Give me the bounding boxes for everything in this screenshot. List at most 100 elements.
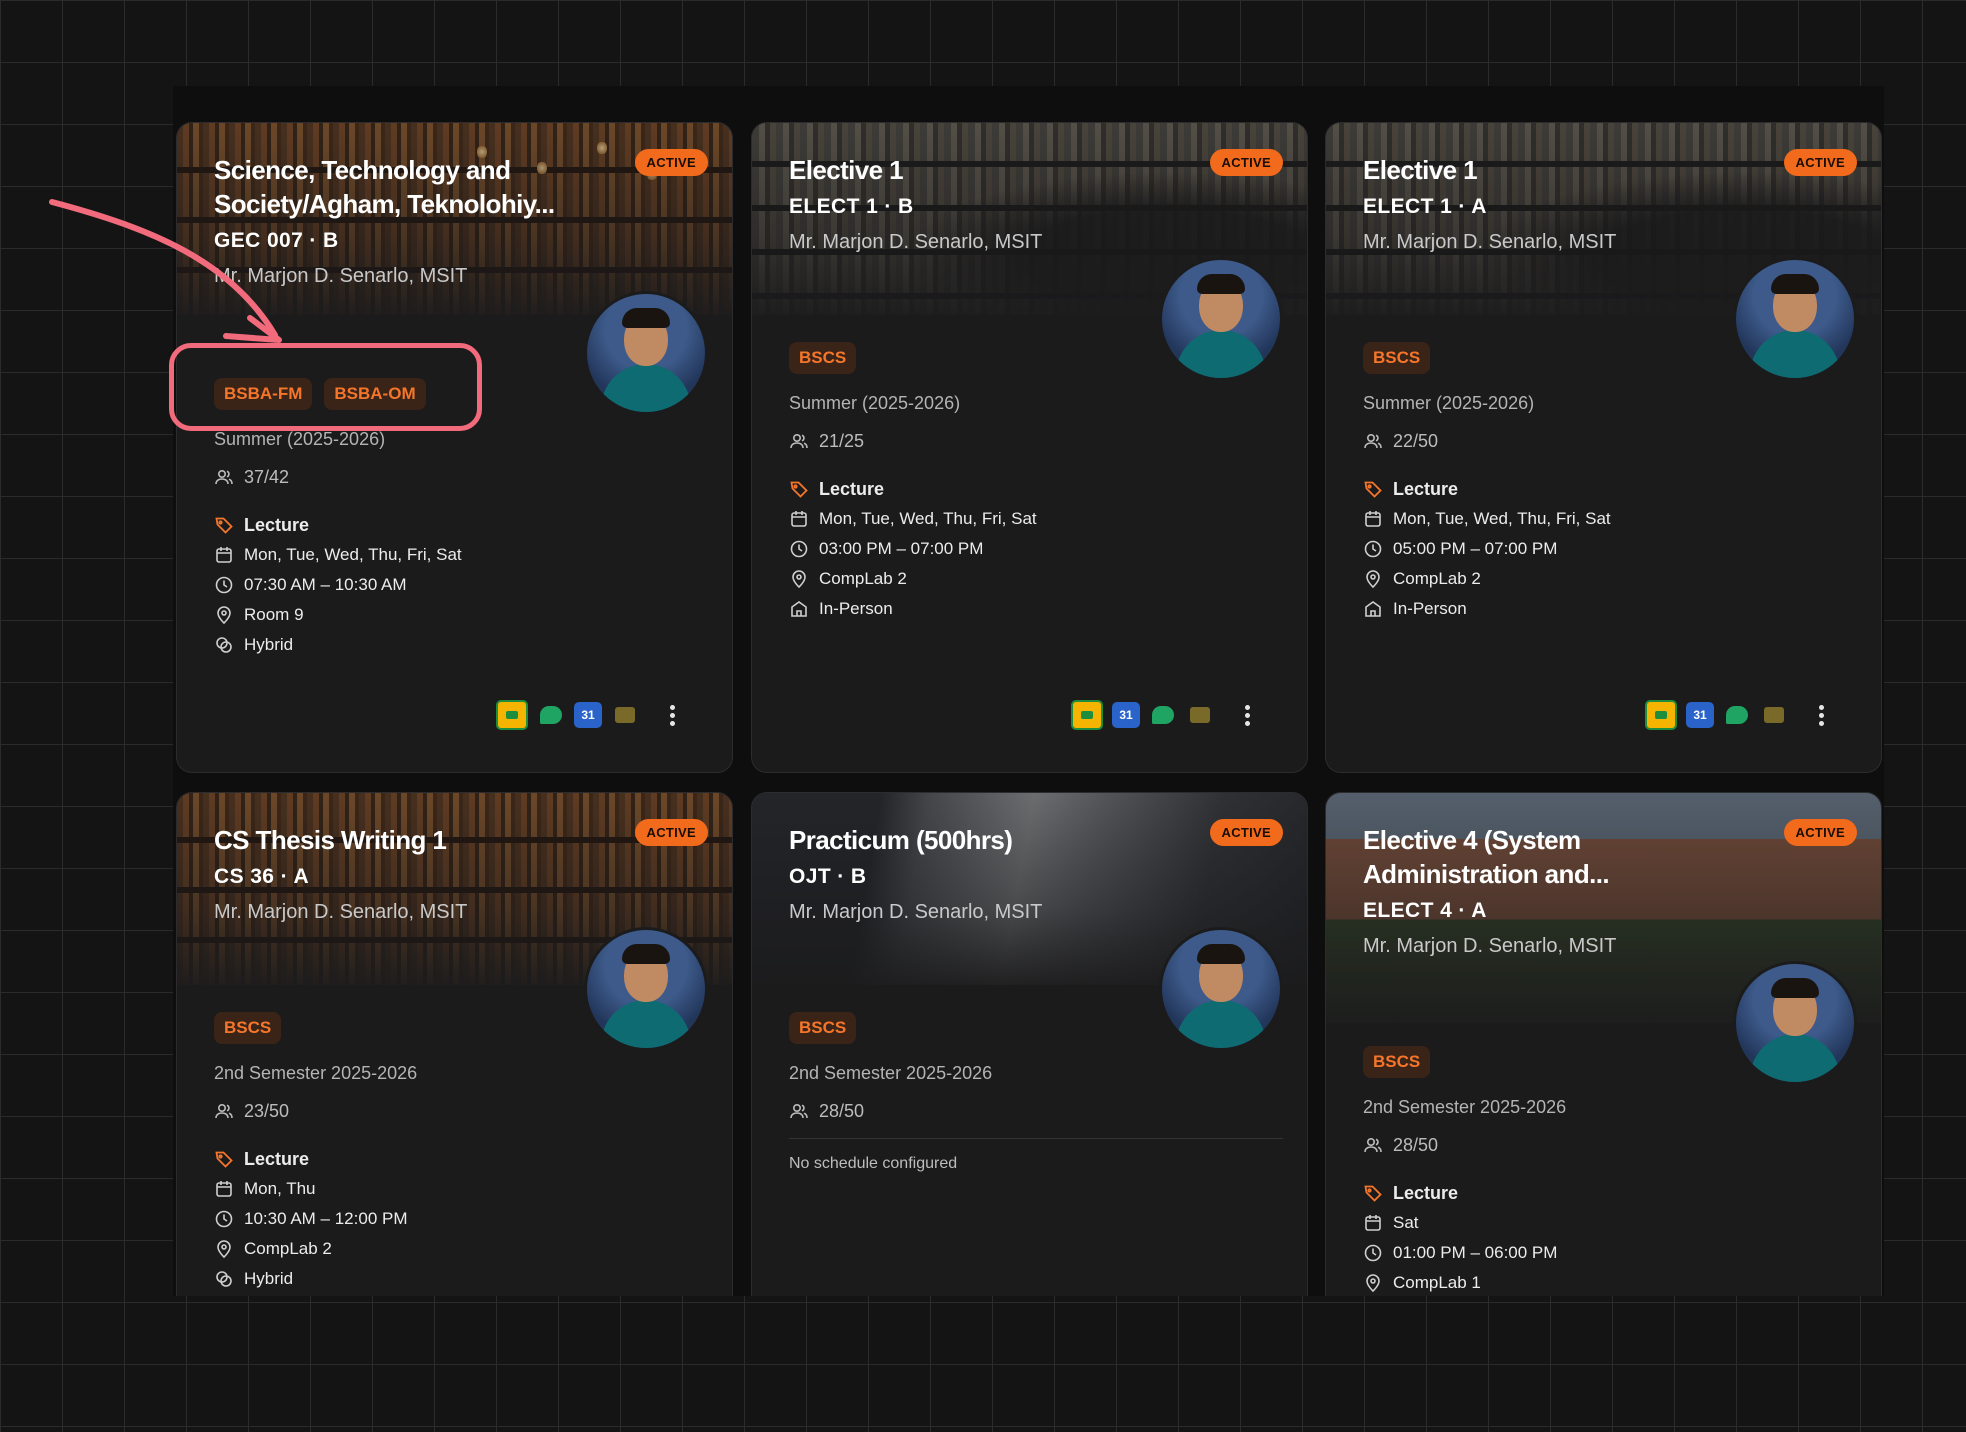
status-badge: ACTIVE (1783, 149, 1857, 176)
clock-icon (214, 575, 234, 595)
class-type: Lecture (819, 478, 885, 499)
schedule-time: 10:30 AM – 12:00 PM (244, 1209, 408, 1228)
program-tags: BSCS (1363, 1046, 1431, 1078)
tag-icon (789, 479, 809, 499)
more-options-icon[interactable] (1237, 702, 1257, 728)
program-tags: BSCS (214, 1012, 282, 1044)
building-icon (789, 599, 809, 619)
calendar-icon (789, 509, 809, 529)
clock-icon (1363, 1243, 1383, 1263)
delivery-mode: Hybrid (244, 1269, 294, 1288)
location-pin-icon (214, 1239, 234, 1259)
instructor-avatar (1733, 257, 1857, 381)
program-tag: BSCS (214, 1012, 282, 1044)
room-label: CompLab 1 (1393, 1273, 1481, 1292)
schedule-time: 01:00 PM – 06:00 PM (1393, 1243, 1558, 1262)
course-code: ELECT 1 · A (1363, 195, 1487, 218)
calendar-app-icon[interactable]: 31 (574, 702, 602, 728)
classroom-icon[interactable] (1071, 700, 1103, 730)
clock-icon (214, 1209, 234, 1229)
chat-icon[interactable] (1723, 702, 1751, 728)
calendar-icon (214, 1179, 234, 1199)
class-type: Lecture (244, 1148, 310, 1169)
classroom-icon[interactable] (1645, 700, 1677, 730)
no-schedule-message: No schedule configured (789, 1138, 1283, 1173)
program-tag: BSCS (1363, 1046, 1431, 1078)
class-type: Lecture (244, 514, 310, 535)
program-tags: BSBA-FM BSBA-OM (214, 378, 426, 410)
class-card[interactable]: ACTIVE Elective 4 (System Administration… (1325, 792, 1882, 1296)
meet-icon[interactable] (611, 702, 639, 728)
hybrid-icon (214, 1269, 234, 1289)
clock-icon (789, 539, 809, 559)
calendar-app-icon[interactable]: 31 (1686, 702, 1714, 728)
more-options-icon[interactable] (662, 702, 682, 728)
app-shortcuts: 31 (1071, 700, 1257, 730)
room-label: Room 9 (244, 605, 304, 624)
program-tags: BSCS (789, 1012, 857, 1044)
clock-icon (1363, 539, 1383, 559)
term-label: Summer (2025-2026) (789, 393, 961, 413)
instructor-name: Mr. Marjon D. Senarlo, MSIT (789, 901, 1043, 923)
status-badge: ACTIVE (634, 819, 708, 846)
users-icon (789, 431, 809, 451)
class-card[interactable]: ACTIVE CS Thesis Writing 1 CS 36 · A Mr.… (176, 792, 733, 1296)
course-title[interactable]: CS Thesis Writing 1 (214, 823, 604, 857)
term-label: 2nd Semester 2025-2026 (1363, 1097, 1567, 1117)
program-tag: BSCS (789, 1012, 857, 1044)
schedule-time: 03:00 PM – 07:00 PM (819, 539, 984, 558)
instructor-avatar (584, 291, 708, 415)
tag-icon (214, 1149, 234, 1169)
schedule-days: Mon, Tue, Wed, Thu, Fri, Sat (1393, 509, 1611, 528)
class-card[interactable]: ACTIVE Elective 1 ELECT 1 · B Mr. Marjon… (751, 122, 1308, 773)
student-count: 21/25 (819, 430, 865, 451)
instructor-name: Mr. Marjon D. Senarlo, MSIT (214, 901, 468, 923)
program-tag: BSBA-FM (214, 378, 313, 410)
student-count: 23/50 (244, 1100, 290, 1121)
delivery-mode: In-Person (1393, 599, 1467, 618)
student-count: 37/42 (244, 466, 290, 487)
building-icon (1363, 599, 1383, 619)
instructor-name: Mr. Marjon D. Senarlo, MSIT (789, 231, 1043, 253)
student-count: 28/50 (819, 1100, 865, 1121)
course-title[interactable]: Practicum (500hrs) (789, 823, 1179, 857)
status-badge: ACTIVE (634, 149, 708, 176)
more-options-icon[interactable] (1811, 702, 1831, 728)
calendar-icon (1363, 509, 1383, 529)
instructor-name: Mr. Marjon D. Senarlo, MSIT (214, 265, 468, 287)
class-card[interactable]: ACTIVE Science, Technology and Society/A… (176, 122, 733, 773)
tag-icon (214, 515, 234, 535)
course-title[interactable]: Elective 1 (789, 153, 1179, 187)
meet-icon[interactable] (1186, 702, 1214, 728)
schedule-days: Mon, Tue, Wed, Thu, Fri, Sat (244, 545, 462, 564)
tag-icon (1363, 479, 1383, 499)
delivery-mode: Hybrid (244, 635, 294, 654)
status-badge: ACTIVE (1783, 819, 1857, 846)
chat-icon[interactable] (1149, 702, 1177, 728)
instructor-name: Mr. Marjon D. Senarlo, MSIT (1363, 935, 1617, 957)
course-code: ELECT 1 · B (789, 195, 914, 218)
term-label: 2nd Semester 2025-2026 (789, 1063, 993, 1083)
course-title[interactable]: Elective 1 (1363, 153, 1753, 187)
class-card[interactable]: ACTIVE Practicum (500hrs) OJT · B Mr. Ma… (751, 792, 1308, 1296)
location-pin-icon (1363, 569, 1383, 589)
chat-icon[interactable] (537, 702, 565, 728)
course-title[interactable]: Elective 4 (System Administration and... (1363, 823, 1753, 891)
term-label: Summer (2025-2026) (1363, 393, 1535, 413)
schedule-time: 07:30 AM – 10:30 AM (244, 575, 407, 594)
schedule-time: 05:00 PM – 07:00 PM (1393, 539, 1558, 558)
class-grid: ACTIVE Science, Technology and Society/A… (173, 86, 1884, 1296)
class-type: Lecture (1393, 478, 1459, 499)
course-title[interactable]: Science, Technology and Society/Agham, T… (214, 153, 604, 221)
schedule-days: Sat (1393, 1213, 1419, 1232)
class-card[interactable]: ACTIVE Elective 1 ELECT 1 · A Mr. Marjon… (1325, 122, 1882, 773)
calendar-icon (214, 545, 234, 565)
calendar-app-icon[interactable]: 31 (1112, 702, 1140, 728)
delivery-mode: In-Person (819, 599, 893, 618)
instructor-avatar (584, 927, 708, 1051)
term-label: 2nd Semester 2025-2026 (214, 1063, 418, 1083)
meet-icon[interactable] (1760, 702, 1788, 728)
instructor-avatar (1159, 927, 1283, 1051)
classroom-icon[interactable] (496, 700, 528, 730)
location-pin-icon (789, 569, 809, 589)
